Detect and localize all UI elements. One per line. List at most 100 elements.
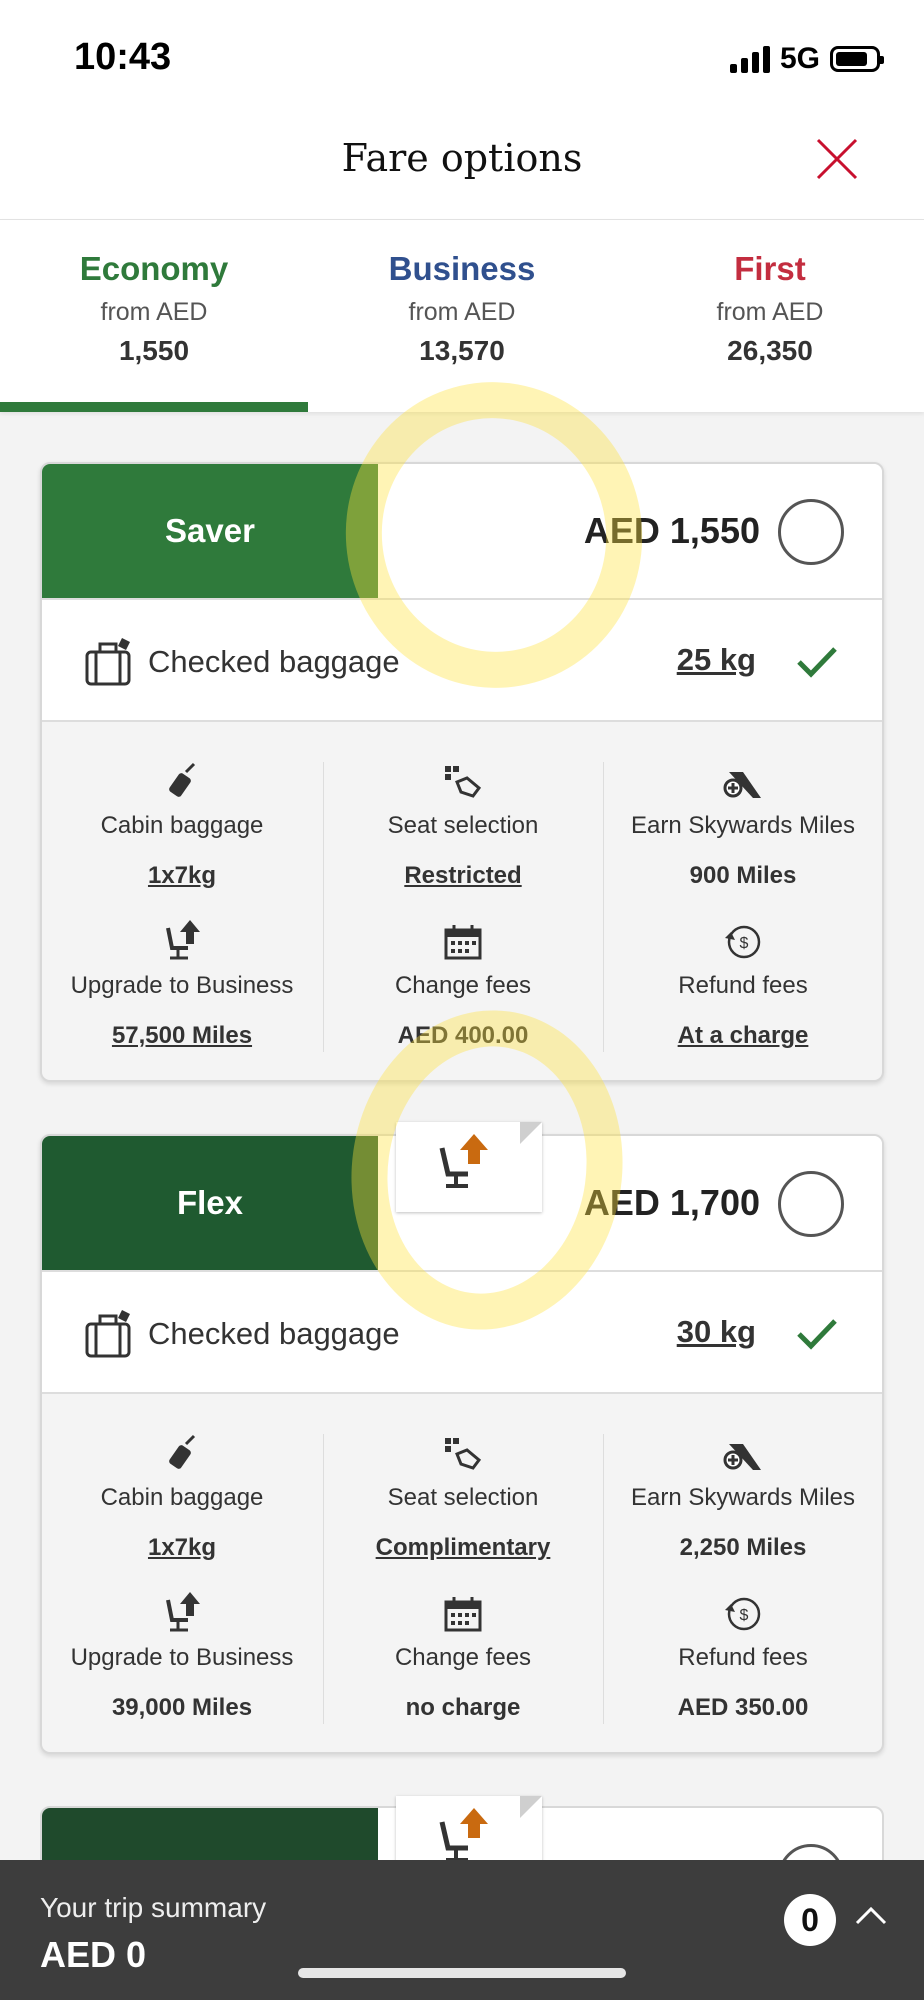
feature-label: Earn Skywards Miles — [630, 1484, 856, 1511]
fare-features: Cabin baggage 1x7kg Seat selection Compl… — [42, 1394, 882, 1752]
feature-label: Change fees — [394, 972, 532, 999]
close-icon[interactable] — [814, 136, 860, 182]
seat-selection-icon — [445, 766, 482, 798]
status-indicators: 5G — [729, 42, 884, 76]
feature-change-fees: Change fees AED 400.00 — [323, 916, 603, 1050]
svg-text:$: $ — [740, 935, 749, 952]
feature-label: Seat selection — [387, 1484, 539, 1511]
fare-price: AED 1,700 — [583, 1182, 760, 1223]
trip-summary-label: Your trip summary — [40, 1892, 267, 1923]
feature-value: AED 400.00 — [397, 1022, 529, 1049]
feature-label: Refund fees — [678, 1644, 808, 1671]
tab-business-from: from AED — [408, 298, 516, 326]
skywards-miles-icon — [723, 1444, 761, 1470]
upgrade-seat-icon — [439, 1808, 488, 1862]
upgrade-badge[interactable] — [396, 1122, 542, 1212]
tab-business-price: 13,570 — [419, 335, 505, 366]
feature-refund-fees: $ Refund fees AED 350.00 — [603, 1588, 882, 1722]
feature-value[interactable]: 1x7kg — [42, 1534, 322, 1562]
feature-cabin-baggage: Cabin baggage 1x7kg — [42, 756, 322, 890]
tab-first-from: from AED — [716, 298, 824, 326]
trip-summary-bar[interactable]: Your trip summary AED 0 0 — [0, 1860, 924, 2000]
trip-summary-count: 0 — [784, 1894, 836, 1946]
trip-summary-total: AED 0 — [40, 1934, 147, 1975]
tab-first[interactable]: First from AED 26,350 — [616, 220, 924, 412]
chevron-up-icon[interactable] — [854, 1904, 888, 1926]
checked-baggage-row: Checked baggage 30 kg — [42, 1272, 882, 1394]
fare-name: Flex — [42, 1136, 378, 1270]
check-icon — [797, 1319, 837, 1350]
feature-refund-fees: $ Refund fees At a charge — [603, 916, 882, 1050]
skywards-miles-icon — [723, 772, 761, 798]
signal-icon — [729, 45, 770, 73]
upgrade-seat-icon — [166, 920, 200, 960]
feature-value: 900 Miles — [689, 862, 797, 889]
tab-first-price: 26,350 — [727, 335, 813, 366]
tab-economy-from: from AED — [100, 298, 208, 326]
checked-baggage-label: Checked baggage — [148, 1316, 400, 1351]
feature-value[interactable]: At a charge — [603, 1022, 882, 1050]
tab-economy-price: 1,550 — [118, 335, 190, 366]
feature-value[interactable]: 57,500 Miles — [42, 1022, 322, 1050]
page-title: Fare options — [341, 136, 583, 180]
refund-icon: $ — [725, 925, 761, 959]
feature-upgrade: Upgrade to Business 57,500 Miles — [42, 916, 322, 1050]
svg-text:$: $ — [740, 1607, 749, 1624]
home-indicator — [298, 1968, 626, 1978]
fare-header: Saver AED 1,550 — [42, 464, 882, 600]
check-icon — [797, 647, 837, 678]
checked-baggage-value[interactable]: 25 kg — [677, 642, 756, 678]
fare-features: Cabin baggage 1x7kg Seat selection Restr… — [42, 722, 882, 1080]
feature-label: Upgrade to Business — [70, 972, 294, 999]
tab-economy-name: Economy — [79, 250, 229, 287]
feature-value: no charge — [405, 1694, 521, 1721]
feature-skywards-miles: Earn Skywards Miles 2,250 Miles — [603, 1428, 882, 1562]
network-label: 5G — [779, 42, 820, 75]
feature-change-fees: Change fees no charge — [323, 1588, 603, 1722]
tab-business[interactable]: Business from AED 13,570 — [308, 220, 616, 412]
fare-card-saver[interactable]: Saver AED 1,550 Checked baggage 25 kg Ca… — [40, 462, 884, 1082]
feature-skywards-miles: Earn Skywards Miles 900 Miles — [603, 756, 882, 890]
feature-label: Earn Skywards Miles — [630, 812, 856, 839]
cabin-bag-icon — [169, 1434, 196, 1469]
checked-baggage-value[interactable]: 30 kg — [677, 1314, 756, 1350]
feature-value[interactable]: Restricted — [323, 862, 603, 890]
header: Fare options — [0, 118, 924, 220]
suitcase-icon — [85, 638, 131, 686]
calendar-icon — [444, 1597, 482, 1632]
fare-select-radio[interactable] — [778, 499, 844, 565]
feature-value[interactable]: Complimentary — [323, 1534, 603, 1562]
suitcase-icon — [85, 1310, 131, 1358]
cabin-bag-icon — [169, 762, 196, 797]
checked-baggage-label: Checked baggage — [148, 644, 400, 679]
fare-name: Saver — [42, 464, 378, 598]
tab-economy[interactable]: Economy from AED 1,550 — [0, 220, 308, 412]
checked-baggage-row: Checked baggage 25 kg — [42, 600, 882, 722]
status-bar: 10:43 5G — [0, 0, 924, 118]
tab-first-name: First — [734, 250, 806, 287]
battery-icon — [830, 46, 884, 72]
feature-label: Seat selection — [387, 812, 539, 839]
upgrade-seat-icon — [439, 1134, 488, 1188]
feature-label: Upgrade to Business — [70, 1644, 294, 1671]
feature-value: 2,250 Miles — [679, 1534, 807, 1561]
tab-business-name: Business — [388, 250, 536, 287]
feature-value[interactable]: 1x7kg — [42, 862, 322, 890]
fare-select-radio[interactable] — [778, 1171, 844, 1237]
fare-card-flex[interactable]: Flex AED 1,700 Checked baggage 30 kg Cab… — [40, 1134, 884, 1754]
feature-seat-selection: Seat selection Complimentary — [323, 1428, 603, 1562]
status-time: 10:43 — [74, 36, 172, 78]
feature-upgrade: Upgrade to Business 39,000 Miles — [42, 1588, 322, 1722]
fare-price: AED 1,550 — [583, 510, 760, 551]
cabin-class-tabs: Economy from AED 1,550 Business from AED… — [0, 220, 924, 412]
feature-label: Refund fees — [678, 972, 808, 999]
feature-cabin-baggage: Cabin baggage 1x7kg — [42, 1428, 322, 1562]
calendar-icon — [444, 925, 482, 960]
upgrade-seat-icon — [166, 1592, 200, 1632]
feature-value: AED 350.00 — [677, 1694, 809, 1721]
refund-icon: $ — [725, 1597, 761, 1631]
feature-label: Cabin baggage — [100, 1484, 264, 1511]
feature-value: 39,000 Miles — [111, 1694, 253, 1721]
feature-label: Cabin baggage — [100, 812, 264, 839]
feature-label: Change fees — [394, 1644, 532, 1671]
